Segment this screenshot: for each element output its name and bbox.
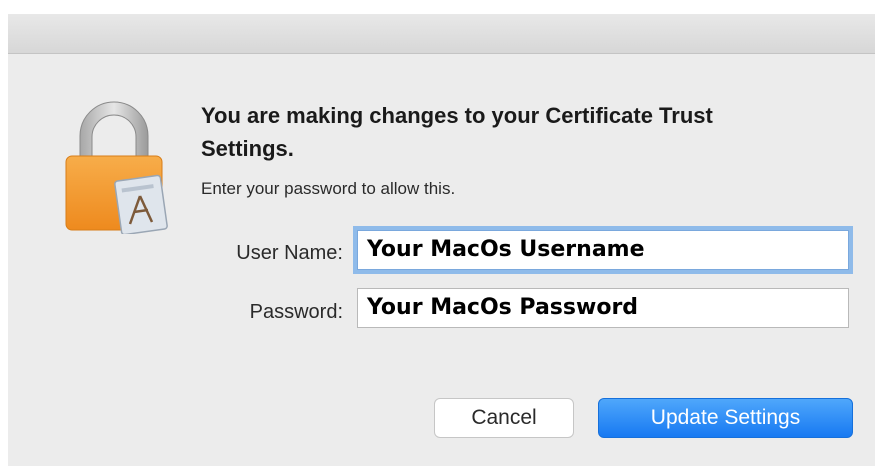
username-label: User Name: bbox=[236, 242, 343, 264]
username-field[interactable]: Your MacOs Username bbox=[357, 230, 849, 270]
cancel-button[interactable]: Cancel bbox=[434, 398, 574, 438]
update-settings-button[interactable]: Update Settings bbox=[598, 398, 853, 438]
auth-dialog: You are making changes to your Certifica… bbox=[8, 14, 875, 466]
password-field[interactable]: Your MacOs Password bbox=[357, 288, 849, 328]
title-bar[interactable] bbox=[8, 14, 875, 54]
dialog-heading: You are making changes to your Certifica… bbox=[201, 103, 713, 161]
password-label: Password: bbox=[249, 301, 343, 323]
dialog-subtext: Enter your password to allow this. bbox=[201, 179, 456, 198]
lock-certificate-icon bbox=[64, 100, 176, 236]
